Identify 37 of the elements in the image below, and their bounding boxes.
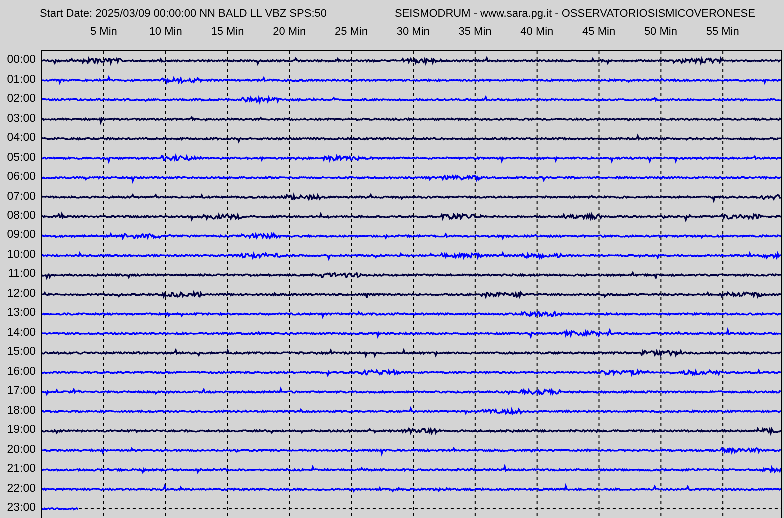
minute-label: 5 Min	[89, 25, 118, 40]
hour-label: 14:00	[7, 326, 36, 339]
minute-label: 10 Min	[148, 25, 184, 40]
hour-label: 10:00	[7, 248, 36, 261]
hour-label: 05:00	[7, 152, 36, 164]
hour-label: 08:00	[7, 210, 36, 222]
hour-label: 06:00	[7, 171, 36, 184]
minute-label: 50 Min	[643, 25, 678, 40]
minute-label: 40 Min	[520, 25, 555, 40]
hour-label: 00:00	[7, 54, 36, 66]
hour-label: 17:00	[7, 385, 36, 398]
hour-label: 13:00	[7, 307, 36, 320]
hour-label: 01:00	[7, 74, 36, 86]
start-info: Start Date: 2025/03/09 00:00:00 NN BALD LL VBZ SPS:50	[40, 7, 328, 22]
hour-label: 09:00	[7, 229, 36, 242]
minute-label: 15 Min	[210, 25, 246, 40]
hour-label: 15:00	[7, 346, 36, 358]
hour-label: 03:00	[7, 112, 36, 125]
minute-label: 55 Min	[705, 25, 740, 40]
minute-label: 35 Min	[458, 25, 493, 40]
hour-label: 12:00	[7, 288, 36, 300]
minute-label: 30 Min	[396, 25, 431, 40]
hour-label: 19:00	[7, 424, 36, 436]
minute-label: 25 Min	[334, 25, 370, 40]
hour-label: 02:00	[7, 93, 36, 106]
hour-label: 20:00	[7, 444, 36, 456]
hour-label: 16:00	[7, 366, 36, 378]
hour-label: 21:00	[7, 463, 36, 476]
hour-label: 07:00	[7, 190, 36, 203]
program-title: SEISMODRUM - www.sara.pg.it - OSSERVATORIOSISMICOVERONESE	[395, 7, 756, 22]
minute-label: 20 Min	[272, 25, 308, 40]
hour-label: 11:00	[8, 268, 36, 280]
hour-label: 04:00	[7, 132, 36, 144]
hour-label: 23:00	[7, 502, 36, 514]
minute-label: 45 Min	[582, 25, 617, 40]
hour-label: 22:00	[7, 482, 36, 495]
hour-label: 18:00	[7, 404, 36, 417]
